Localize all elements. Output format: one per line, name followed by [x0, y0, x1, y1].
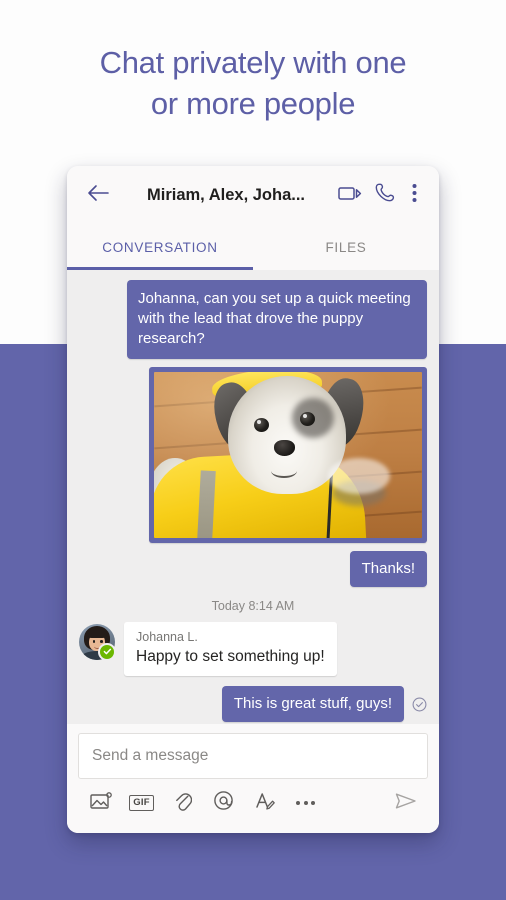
compose-toolbar: GIF: [78, 781, 428, 825]
presence-available-badge: [98, 643, 116, 661]
headline-line-1: Chat privately with one: [99, 45, 407, 80]
message-row-incoming: Johanna L. Happy to set something up!: [79, 622, 427, 676]
dog-eye-left: [254, 418, 269, 432]
headline-line-2: or more people: [150, 86, 356, 121]
timestamp-divider: Today 8:14 AM: [211, 599, 295, 613]
send-icon: [394, 791, 418, 816]
image-icon: [89, 791, 112, 815]
message-input[interactable]: Send a message: [78, 733, 428, 779]
more-options-button[interactable]: [285, 784, 326, 822]
dog-muzzle: [328, 458, 390, 494]
gif-icon: GIF: [129, 795, 154, 811]
eye-glint: [303, 414, 307, 418]
send-button[interactable]: [385, 784, 426, 822]
dog-eye-right: [300, 412, 315, 426]
more-vertical-icon: [412, 183, 417, 208]
compose-area: Send a message GIF: [67, 724, 439, 833]
message-row-outgoing-1: Johanna, can you set up a quick meeting …: [79, 280, 427, 359]
attachment-icon: [174, 790, 192, 817]
message-bubble-thanks[interactable]: Thanks!: [349, 551, 427, 587]
eye-glint: [257, 420, 261, 424]
overflow-menu-button[interactable]: [401, 178, 427, 212]
puppy-photo: [154, 372, 422, 538]
check-badge-icon: [103, 643, 112, 661]
video-call-icon: [337, 184, 363, 207]
message-sender-name: Johanna L.: [136, 630, 198, 644]
message-bubble-outgoing[interactable]: Johanna, can you set up a quick meeting …: [127, 280, 427, 359]
format-text-icon: [254, 790, 276, 817]
format-text-button[interactable]: [244, 784, 285, 822]
audio-call-button[interactable]: [367, 178, 401, 212]
audio-call-icon: [374, 182, 395, 208]
message-row-image: [79, 367, 427, 543]
dog-nose: [274, 440, 295, 456]
message-input-placeholder: Send a message: [92, 747, 209, 764]
message-row-outgoing-3: This is great stuff, guys!: [79, 686, 427, 722]
tab-files[interactable]: FILES: [253, 224, 439, 270]
chat-card: Miriam, Alex, Joha... CONVERSATION FILES…: [67, 166, 439, 833]
raincoat-reflective-stripe: [196, 470, 216, 538]
more-options-icon: [296, 801, 315, 805]
tab-files-label: FILES: [325, 239, 367, 255]
read-receipt-check-icon: [412, 697, 427, 712]
message-text-incoming: Happy to set something up!: [136, 648, 325, 665]
avatar[interactable]: [79, 624, 116, 661]
chat-tabs: CONVERSATION FILES: [67, 224, 439, 270]
tab-conversation-label: CONVERSATION: [102, 239, 218, 255]
back-button[interactable]: [81, 178, 115, 212]
image-button[interactable]: [80, 784, 121, 822]
message-row-outgoing-2: Thanks!: [79, 551, 427, 587]
message-bubble-last[interactable]: This is great stuff, guys!: [221, 686, 404, 722]
mention-icon: [213, 790, 234, 816]
chat-header: Miriam, Alex, Joha...: [67, 166, 439, 224]
mention-button[interactable]: [203, 784, 244, 822]
page-headline: Chat privately with one or more people: [0, 42, 506, 124]
video-call-button[interactable]: [333, 178, 367, 212]
chat-title: Miriam, Alex, Joha...: [146, 185, 306, 204]
message-bubble-incoming[interactable]: Johanna L. Happy to set something up!: [124, 622, 337, 676]
tab-conversation[interactable]: CONVERSATION: [67, 224, 253, 270]
gif-button[interactable]: GIF: [121, 784, 162, 822]
dog-mouth: [271, 464, 297, 478]
back-arrow-icon: [86, 183, 110, 208]
image-message-bubble[interactable]: [149, 367, 427, 543]
avatar-fringe: [88, 631, 106, 638]
avatar-eye-left: [92, 640, 95, 643]
conversation-pane[interactable]: Johanna, can you set up a quick meeting …: [67, 270, 439, 724]
attachment-button[interactable]: [162, 784, 203, 822]
